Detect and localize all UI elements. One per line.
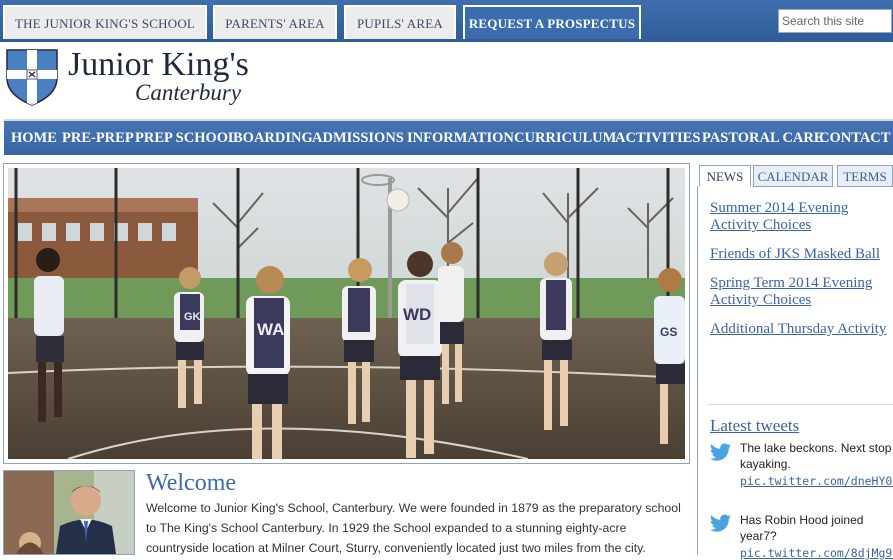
news-item[interactable]: Additional Thursday Activity [710, 321, 888, 338]
request-prospectus-button[interactable]: REQUEST A PROSPECTUS [463, 5, 641, 39]
tab-junior-kings-school[interactable]: THE JUNIOR KING'S SCHOOL [3, 5, 207, 39]
tweet-text: Has Robin Hood joined year7? [740, 513, 864, 543]
search-input[interactable]: Search this site [778, 9, 892, 33]
site-header: Junior King's Canterbury [0, 42, 893, 118]
bib-label: WA [257, 320, 284, 339]
bib-label: GK [184, 311, 201, 323]
tab-terms[interactable]: TERMS [837, 165, 893, 187]
twitter-bird-icon [710, 443, 731, 461]
bib-label: GS [660, 325, 677, 339]
nav-contact[interactable]: CONTACT [819, 121, 890, 155]
main-nav: HOME PRE-PREP PREP SCHOOL BOARDING ADMIS… [4, 119, 893, 155]
news-item[interactable]: Friends of JKS Masked Ball [710, 246, 888, 263]
welcome-paragraph: Welcome to Junior King's School, Canterb… [146, 501, 681, 555]
nav-pre-prep[interactable]: PRE-PREP [62, 121, 134, 155]
top-bar: THE JUNIOR KING'S SCHOOL PARENTS' AREA P… [0, 0, 893, 42]
netball-photo: GK WA WD GS [8, 168, 685, 459]
nav-admissions[interactable]: ADMISSIONS [312, 121, 404, 155]
news-item[interactable]: Summer 2014 Evening Activity Choices [710, 200, 888, 234]
tab-news[interactable]: NEWS [699, 165, 751, 187]
welcome-heading: Welcome [146, 470, 237, 496]
tweet-link[interactable]: pic.twitter.com/dneHY0hF7 [740, 474, 893, 488]
nav-activities[interactable]: ACTIVITIES [615, 121, 700, 155]
headmaster-photo [3, 470, 135, 555]
news-item[interactable]: Spring Term 2014 Evening Activity Choice… [710, 275, 888, 309]
tab-calendar[interactable]: CALENDAR [753, 165, 833, 187]
logo-subtitle[interactable]: Canterbury [135, 80, 241, 106]
divider [708, 404, 893, 405]
nav-information[interactable]: INFORMATION [407, 121, 514, 155]
sidebar: NEWS CALENDAR TERMS Summer 2014 Evening … [697, 163, 893, 560]
hero-image: GK WA WD GS [3, 163, 690, 464]
headmaster-image [4, 471, 134, 554]
tab-parents-area[interactable]: PARENTS' AREA [213, 5, 337, 39]
latest-tweets-title[interactable]: Latest tweets [710, 416, 799, 436]
school-crest-icon[interactable] [5, 48, 59, 106]
news-panel: Summer 2014 Evening Activity Choices Fri… [697, 186, 893, 560]
logo-title[interactable]: Junior King's [68, 46, 249, 84]
twitter-bird-icon [710, 514, 731, 532]
nav-home[interactable]: HOME [11, 121, 57, 155]
nav-curriculum[interactable]: CURRICULUM [514, 121, 616, 155]
nav-boarding[interactable]: BOARDING [233, 121, 313, 155]
nav-pastoral-care[interactable]: PASTORAL CARE [702, 121, 824, 155]
tweet-text: The lake beckons. Next stop kayaking. [740, 441, 892, 471]
tab-pupils-area[interactable]: PUPILS' AREA [344, 5, 456, 39]
nav-prep-school[interactable]: PREP SCHOOL [135, 121, 238, 155]
bib-label: WD [403, 305, 431, 324]
tweet-link[interactable]: pic.twitter.com/8djMg9Ux8l [740, 546, 893, 560]
